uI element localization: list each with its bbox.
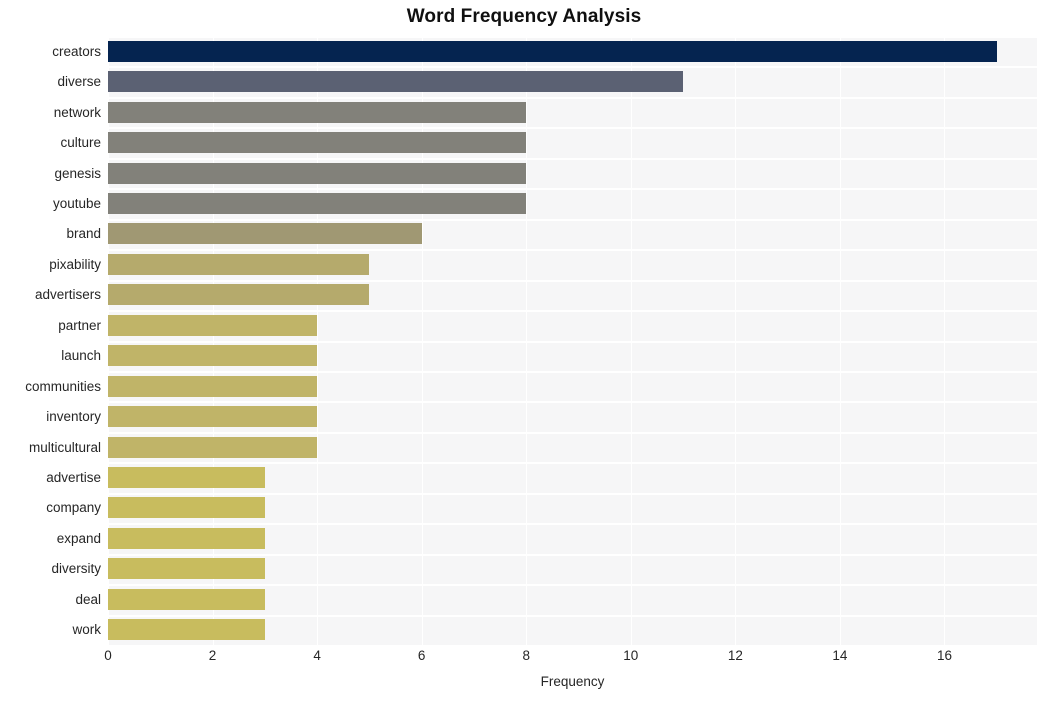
y-tick-label-brand: brand	[66, 226, 101, 242]
gridline-horizontal	[108, 249, 1037, 252]
gridline-horizontal	[108, 370, 1037, 373]
word-frequency-chart-figure: Word Frequency Analysis creators diverse n…	[0, 0, 1048, 701]
bar-deal	[108, 588, 265, 610]
bar-youtube	[108, 192, 527, 214]
gridline-horizontal	[108, 310, 1037, 313]
y-tick-label-partner: partner	[58, 317, 101, 333]
gridline-horizontal	[108, 492, 1037, 495]
gridline-horizontal	[108, 218, 1037, 221]
gridline-horizontal	[108, 553, 1037, 556]
x-tick-label-12: 12	[727, 648, 743, 663]
bar-advertisers	[108, 284, 370, 306]
gridline-horizontal	[108, 340, 1037, 343]
y-tick-label-advertisers: advertisers	[34, 287, 101, 303]
bar-partner	[108, 314, 318, 336]
gridline-horizontal	[108, 645, 1037, 647]
gridline-horizontal	[108, 614, 1037, 617]
gridline-horizontal	[108, 279, 1037, 282]
bar-pixability	[108, 253, 370, 275]
x-tick-label-14: 14	[832, 648, 848, 663]
gridline-horizontal	[108, 523, 1037, 526]
bar-work	[108, 619, 265, 641]
y-tick-label-youtube: youtube	[52, 195, 101, 211]
bar-creators	[108, 40, 997, 62]
bar-genesis	[108, 162, 527, 184]
y-tick-label-inventory: inventory	[46, 409, 101, 425]
bar-network	[108, 101, 527, 123]
gridline-horizontal	[108, 36, 1037, 38]
x-axis-tick-labels: 0 2 4 6 8 10 12 14 16	[0, 648, 1048, 670]
y-tick-label-multicultural: multicultural	[28, 439, 101, 455]
x-axis-title: Frequency	[540, 674, 605, 689]
gridline-horizontal	[108, 127, 1037, 130]
gridline-horizontal	[108, 431, 1037, 434]
bar-company	[108, 497, 265, 519]
x-tick-label-2: 2	[208, 648, 217, 663]
bar-advertise	[108, 467, 265, 489]
bar-communities	[108, 375, 318, 397]
y-tick-label-diverse: diverse	[57, 74, 101, 90]
gridline-horizontal	[108, 157, 1037, 160]
y-tick-label-communities: communities	[25, 378, 101, 394]
gridline-horizontal	[108, 188, 1037, 191]
y-tick-label-genesis: genesis	[54, 165, 101, 181]
x-tick-label-0: 0	[104, 648, 112, 663]
y-tick-label-launch: launch	[61, 348, 101, 364]
bar-expand	[108, 527, 265, 549]
bar-inventory	[108, 406, 318, 428]
bar-brand	[108, 223, 422, 245]
gridline-horizontal	[108, 584, 1037, 587]
x-tick-label-8: 8	[522, 648, 530, 663]
y-tick-label-work: work	[72, 622, 101, 638]
plot-area	[108, 36, 1037, 647]
bar-diversity	[108, 558, 265, 580]
x-tick-label-6: 6	[417, 648, 426, 663]
x-tick-label-4: 4	[313, 648, 321, 663]
gridline-horizontal	[108, 96, 1037, 99]
y-tick-label-advertise: advertise	[46, 470, 101, 486]
y-tick-label-diversity: diversity	[51, 561, 101, 577]
gridline-horizontal	[108, 462, 1037, 465]
y-tick-label-pixability: pixability	[49, 256, 101, 272]
x-tick-label-10: 10	[623, 648, 639, 663]
bar-multicultural	[108, 436, 318, 458]
y-tick-label-creators: creators	[52, 43, 101, 59]
y-tick-label-network: network	[53, 104, 101, 120]
y-tick-label-deal: deal	[75, 591, 101, 607]
y-tick-label-company: company	[46, 500, 101, 516]
x-tick-label-16: 16	[936, 648, 952, 663]
chart-title: Word Frequency Analysis	[406, 6, 642, 27]
y-tick-label-expand: expand	[56, 530, 101, 546]
bar-diverse	[108, 71, 684, 93]
gridline-horizontal	[108, 66, 1037, 69]
bar-launch	[108, 345, 318, 367]
y-tick-label-culture: culture	[60, 135, 101, 151]
bar-culture	[108, 132, 527, 154]
gridline-horizontal	[108, 401, 1037, 404]
